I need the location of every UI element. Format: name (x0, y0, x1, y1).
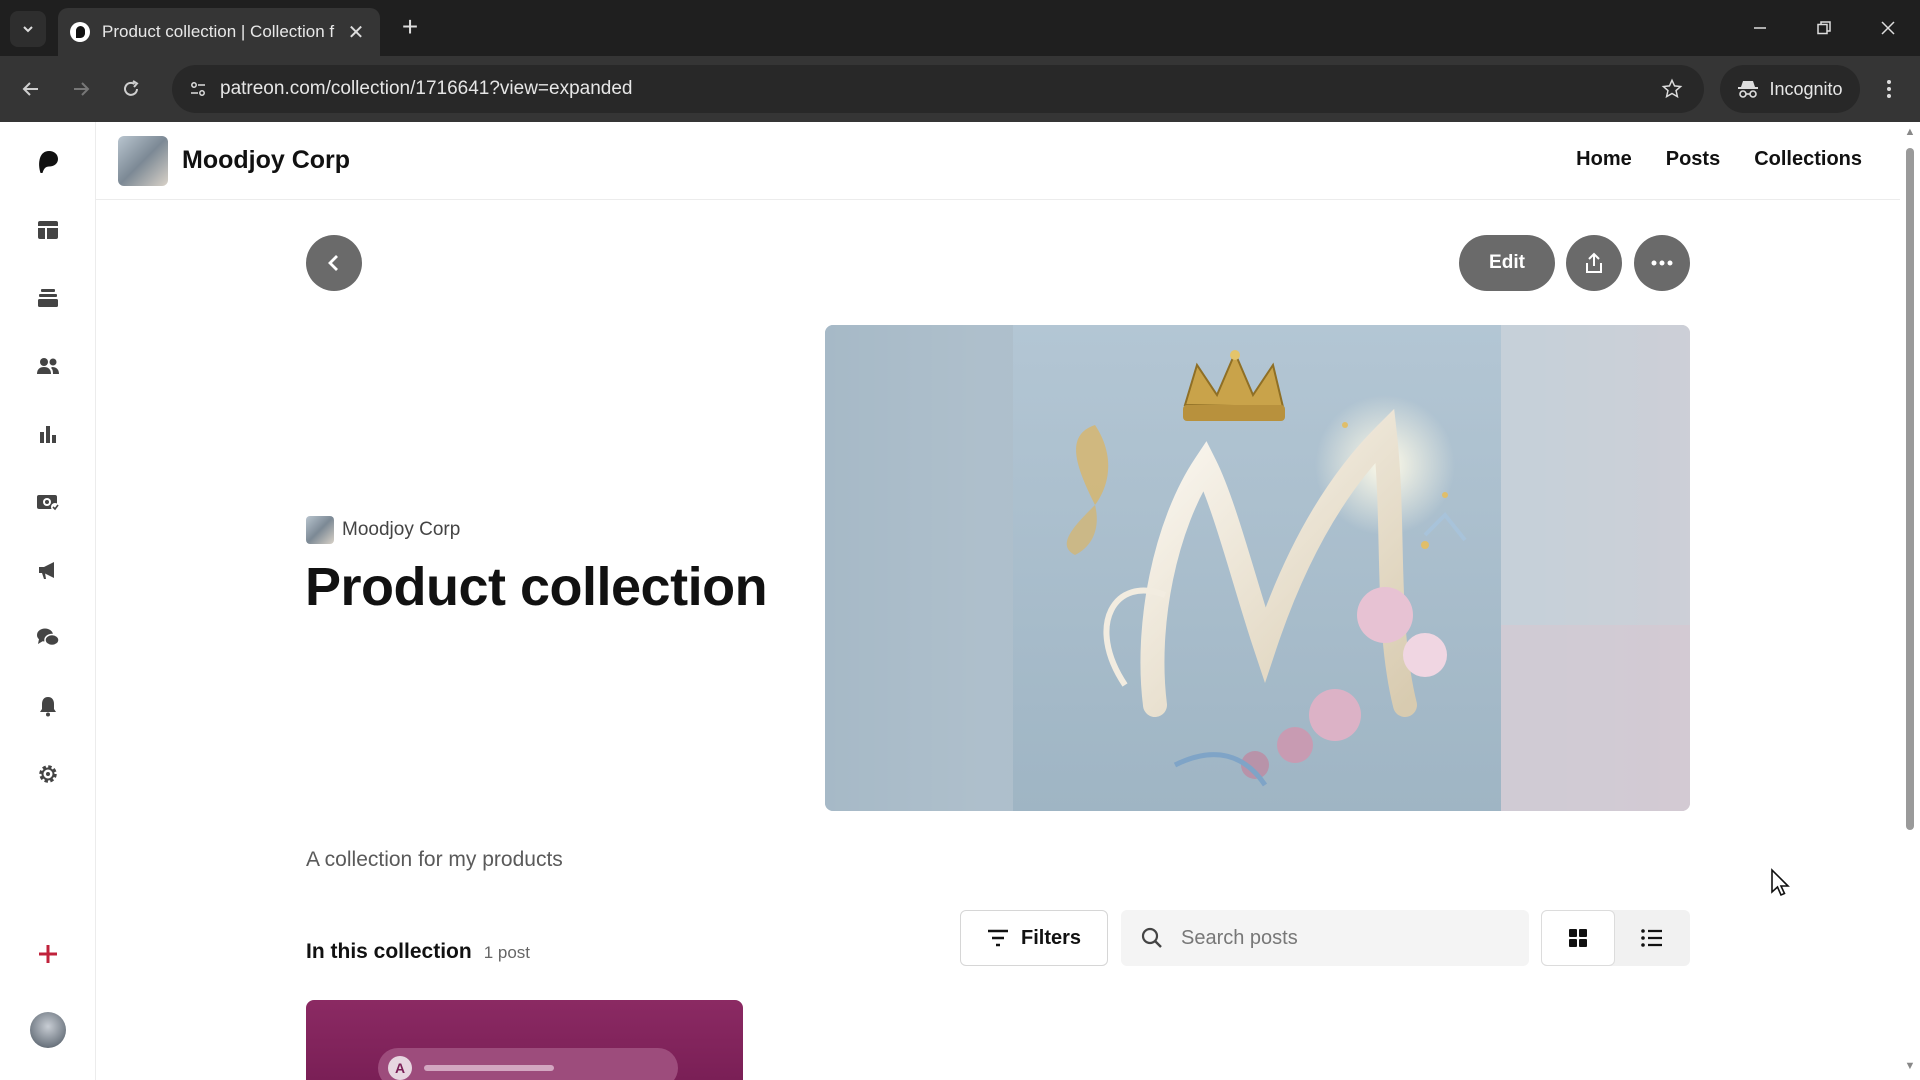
bookmark-star-icon[interactable] (1658, 75, 1686, 103)
more-options-button[interactable] (1634, 235, 1690, 291)
new-tab-button[interactable]: + (395, 12, 425, 42)
view-toggle (1541, 910, 1690, 966)
notifications-bell-icon[interactable] (30, 688, 66, 724)
close-window-button[interactable] (1864, 10, 1912, 46)
incognito-icon (1738, 81, 1759, 98)
chats-icon[interactable] (30, 620, 66, 656)
back-to-collections-button[interactable] (306, 235, 362, 291)
post-card[interactable]: A (306, 1000, 743, 1080)
arrow-left-icon (22, 82, 38, 96)
browser-menu-button[interactable] (1874, 70, 1904, 108)
search-posts-input[interactable] (1181, 926, 1501, 950)
reload-button[interactable] (112, 70, 150, 108)
collection-description: A collection for my products (306, 848, 563, 871)
library-icon[interactable] (30, 280, 66, 316)
post-preview-placeholder-bar (424, 1065, 554, 1071)
incognito-indicator[interactable]: Incognito (1720, 65, 1860, 113)
search-icon (1141, 927, 1162, 948)
dashboard-icon[interactable] (30, 212, 66, 248)
in-collection-label: In this collection (306, 940, 472, 963)
chevron-down-icon (23, 26, 33, 33)
post-preview-avatar: A (388, 1056, 412, 1080)
settings-gear-icon[interactable] (30, 756, 66, 792)
filters-button[interactable]: Filters (960, 910, 1108, 966)
collection-cover-image (825, 325, 1690, 811)
address-bar[interactable]: patreon.com/collection/1716641?view=expa… (172, 65, 1704, 113)
tab-title: Product collection | Collection f (102, 22, 335, 41)
byline-avatar (306, 516, 334, 544)
incognito-label: Incognito (1769, 78, 1843, 99)
create-plus-icon[interactable] (30, 936, 66, 972)
list-icon (1641, 929, 1662, 947)
creator-nav: Home Posts Collections (1576, 148, 1862, 171)
in-collection-heading: In this collection 1 post (306, 940, 530, 964)
collection-byline: Moodjoy Corp (306, 516, 460, 544)
nav-home-link[interactable]: Home (1576, 148, 1632, 171)
creator-name[interactable]: Moodjoy Corp (182, 146, 350, 175)
promotions-megaphone-icon[interactable] (30, 552, 66, 588)
list-view-button[interactable] (1615, 910, 1689, 966)
user-avatar[interactable] (30, 1012, 66, 1048)
scroll-down-arrow-icon[interactable]: ▼ (1904, 1060, 1916, 1072)
page-title: Product collection (305, 557, 768, 617)
search-box[interactable] (1121, 910, 1529, 966)
creator-avatar[interactable] (118, 136, 168, 186)
grid-icon (1569, 929, 1587, 947)
left-nav-rail (0, 122, 96, 1080)
browser-tab-bar: Product collection | Collection f ✕ + (0, 0, 1920, 56)
close-tab-icon[interactable]: ✕ (344, 20, 368, 45)
payouts-icon[interactable] (30, 484, 66, 520)
minimize-icon (1754, 27, 1766, 29)
patreon-favicon-icon (70, 22, 90, 42)
nav-posts-link[interactable]: Posts (1666, 148, 1720, 171)
post-preview-pill: A (378, 1048, 678, 1080)
mouse-cursor-icon (1770, 868, 1792, 903)
share-icon (1586, 252, 1602, 273)
browser-tab-active[interactable]: Product collection | Collection f ✕ (58, 8, 380, 56)
restore-window-button[interactable] (1800, 10, 1848, 46)
creator-header: Moodjoy Corp Home Posts Collections (96, 122, 1900, 200)
grid-view-button[interactable] (1541, 910, 1615, 966)
minimize-window-button[interactable] (1736, 10, 1784, 46)
byline-creator-name[interactable]: Moodjoy Corp (342, 519, 460, 541)
close-icon (1881, 21, 1895, 35)
url-text: patreon.com/collection/1716641?view=expa… (220, 78, 633, 99)
audience-icon[interactable] (30, 348, 66, 384)
patreon-logo-icon[interactable] (30, 144, 66, 180)
scroll-up-arrow-icon[interactable]: ▲ (1904, 126, 1916, 138)
filter-icon (987, 929, 1008, 947)
reload-icon (124, 80, 139, 96)
tab-search-button[interactable] (10, 11, 46, 47)
scrollbar-thumb[interactable] (1906, 148, 1914, 830)
chevron-left-icon (328, 255, 338, 271)
insights-chart-icon[interactable] (30, 416, 66, 452)
more-horizontal-icon (1651, 260, 1673, 266)
post-count: 1 post (483, 943, 530, 962)
back-button[interactable] (12, 70, 50, 108)
more-vertical-icon (1887, 80, 1891, 98)
restore-icon (1817, 21, 1831, 35)
edit-button[interactable]: Edit (1459, 235, 1555, 291)
page-scrollbar[interactable]: ▲ ▼ (1900, 122, 1920, 1080)
forward-button[interactable] (62, 70, 100, 108)
site-info-icon[interactable] (182, 73, 214, 105)
browser-toolbar: patreon.com/collection/1716641?view=expa… (0, 56, 1920, 122)
filters-label: Filters (1020, 926, 1082, 949)
share-button[interactable] (1566, 235, 1622, 291)
nav-collections-link[interactable]: Collections (1754, 148, 1862, 171)
arrow-right-icon (74, 82, 90, 96)
